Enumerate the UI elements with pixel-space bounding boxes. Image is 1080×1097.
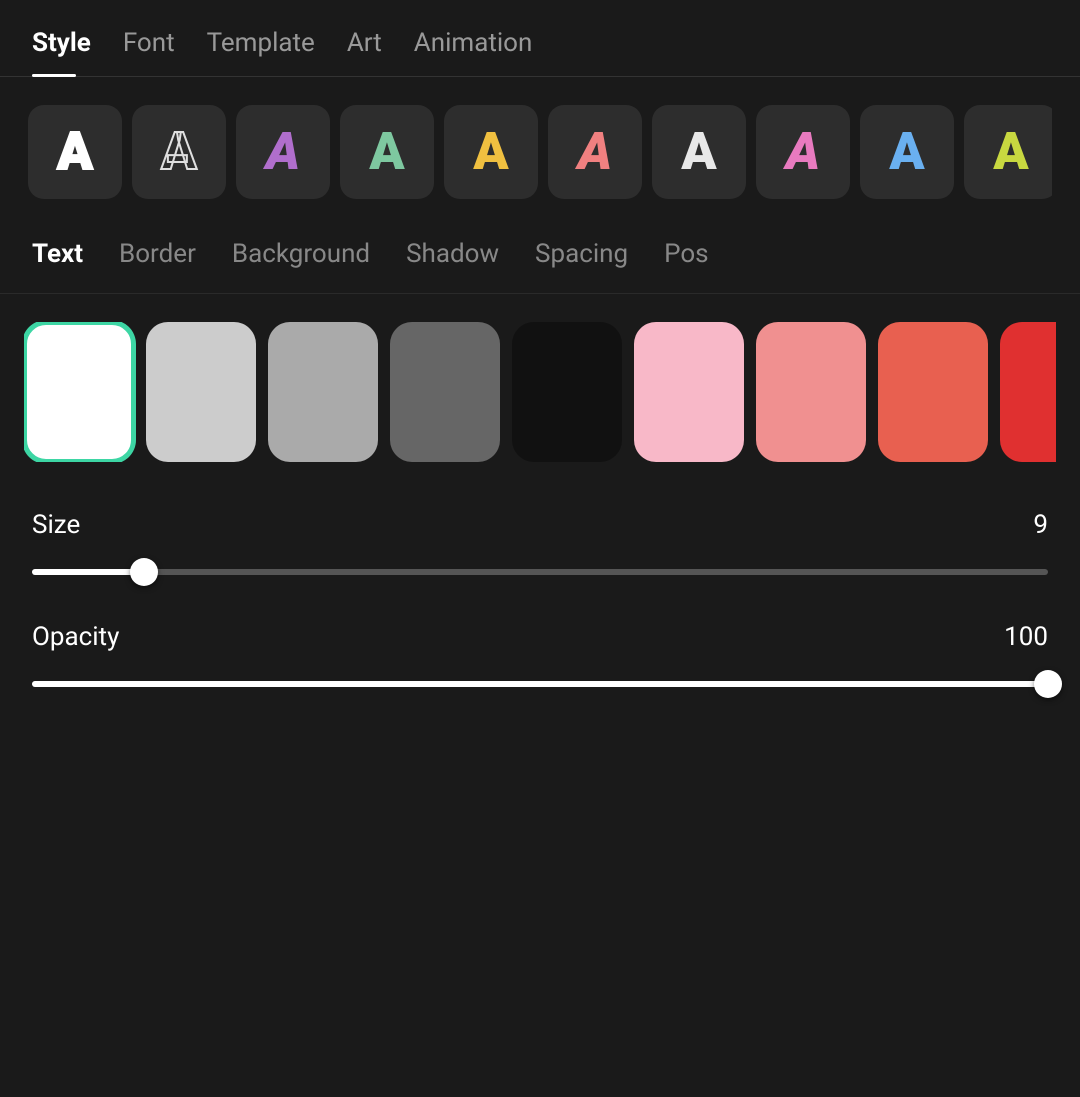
opacity-label-row: Opacity 100 xyxy=(32,622,1048,652)
font-styles-section: A A A A A A A A A A xyxy=(0,77,1080,219)
size-slider-track xyxy=(32,569,1048,575)
nav-item-art[interactable]: Art xyxy=(347,28,382,76)
color-swatch-white[interactable] xyxy=(24,322,134,462)
font-style-letter-9: A xyxy=(889,126,924,178)
font-style-6[interactable]: A xyxy=(548,105,642,199)
font-style-letter-8: A xyxy=(786,126,820,178)
font-style-letter-1: A xyxy=(57,126,92,178)
color-swatches-grid xyxy=(24,322,1056,462)
font-styles-grid: A A A A A A A A A A xyxy=(28,105,1052,199)
sub-nav-position[interactable]: Pos xyxy=(664,239,708,273)
sub-nav-border[interactable]: Border xyxy=(119,239,196,273)
font-style-letter-5: A xyxy=(473,126,508,178)
font-style-3[interactable]: A xyxy=(236,105,330,199)
size-slider-row: Size 9 xyxy=(32,510,1048,586)
font-style-letter-4: A xyxy=(369,126,404,178)
opacity-slider-thumb[interactable] xyxy=(1034,670,1062,698)
font-style-1[interactable]: A xyxy=(28,105,122,199)
size-value: 9 xyxy=(1033,510,1048,540)
font-style-letter-2: A xyxy=(161,126,196,178)
top-nav: Style Font Template Art Animation xyxy=(0,0,1080,77)
slider-section: Size 9 Opacity 100 xyxy=(0,486,1080,758)
font-style-letter-10: A xyxy=(993,126,1028,178)
opacity-slider-wrapper[interactable] xyxy=(32,670,1048,698)
font-style-8[interactable]: A xyxy=(756,105,850,199)
color-swatch-black[interactable] xyxy=(512,322,622,462)
color-swatch-light-pink[interactable] xyxy=(634,322,744,462)
color-swatch-red[interactable] xyxy=(1000,322,1056,462)
font-style-letter-7: A xyxy=(681,126,716,178)
nav-item-template[interactable]: Template xyxy=(207,28,315,76)
size-label-row: Size 9 xyxy=(32,510,1048,540)
size-slider-fill xyxy=(32,569,144,575)
font-style-4[interactable]: A xyxy=(340,105,434,199)
opacity-label: Opacity xyxy=(32,622,119,652)
font-style-letter-3: A xyxy=(266,126,300,178)
sub-nav-background[interactable]: Background xyxy=(232,239,370,273)
size-slider-thumb[interactable] xyxy=(130,558,158,586)
font-style-7[interactable]: A xyxy=(652,105,746,199)
font-style-5[interactable]: A xyxy=(444,105,538,199)
sub-nav-spacing[interactable]: Spacing xyxy=(535,239,628,273)
sub-nav-text[interactable]: Text xyxy=(32,239,83,273)
sub-nav-shadow[interactable]: Shadow xyxy=(406,239,499,273)
font-style-9[interactable]: A xyxy=(860,105,954,199)
opacity-slider-fill xyxy=(32,681,1048,687)
color-swatch-gray[interactable] xyxy=(268,322,378,462)
sub-nav: Text Border Background Shadow Spacing Po… xyxy=(0,219,1080,294)
nav-item-style[interactable]: Style xyxy=(32,28,91,76)
color-swatch-salmon[interactable] xyxy=(756,322,866,462)
color-swatch-coral[interactable] xyxy=(878,322,988,462)
opacity-slider-row: Opacity 100 xyxy=(32,622,1048,698)
nav-item-font[interactable]: Font xyxy=(123,28,175,76)
color-swatch-light-gray[interactable] xyxy=(146,322,256,462)
color-swatch-dark-gray[interactable] xyxy=(390,322,500,462)
font-style-2[interactable]: A xyxy=(132,105,226,199)
size-slider-wrapper[interactable] xyxy=(32,558,1048,586)
size-label: Size xyxy=(32,510,80,540)
font-style-letter-6: A xyxy=(578,126,612,178)
nav-item-animation[interactable]: Animation xyxy=(414,28,533,76)
font-style-10[interactable]: A xyxy=(964,105,1052,199)
color-swatches-section xyxy=(0,294,1080,486)
opacity-value: 100 xyxy=(1004,622,1048,652)
